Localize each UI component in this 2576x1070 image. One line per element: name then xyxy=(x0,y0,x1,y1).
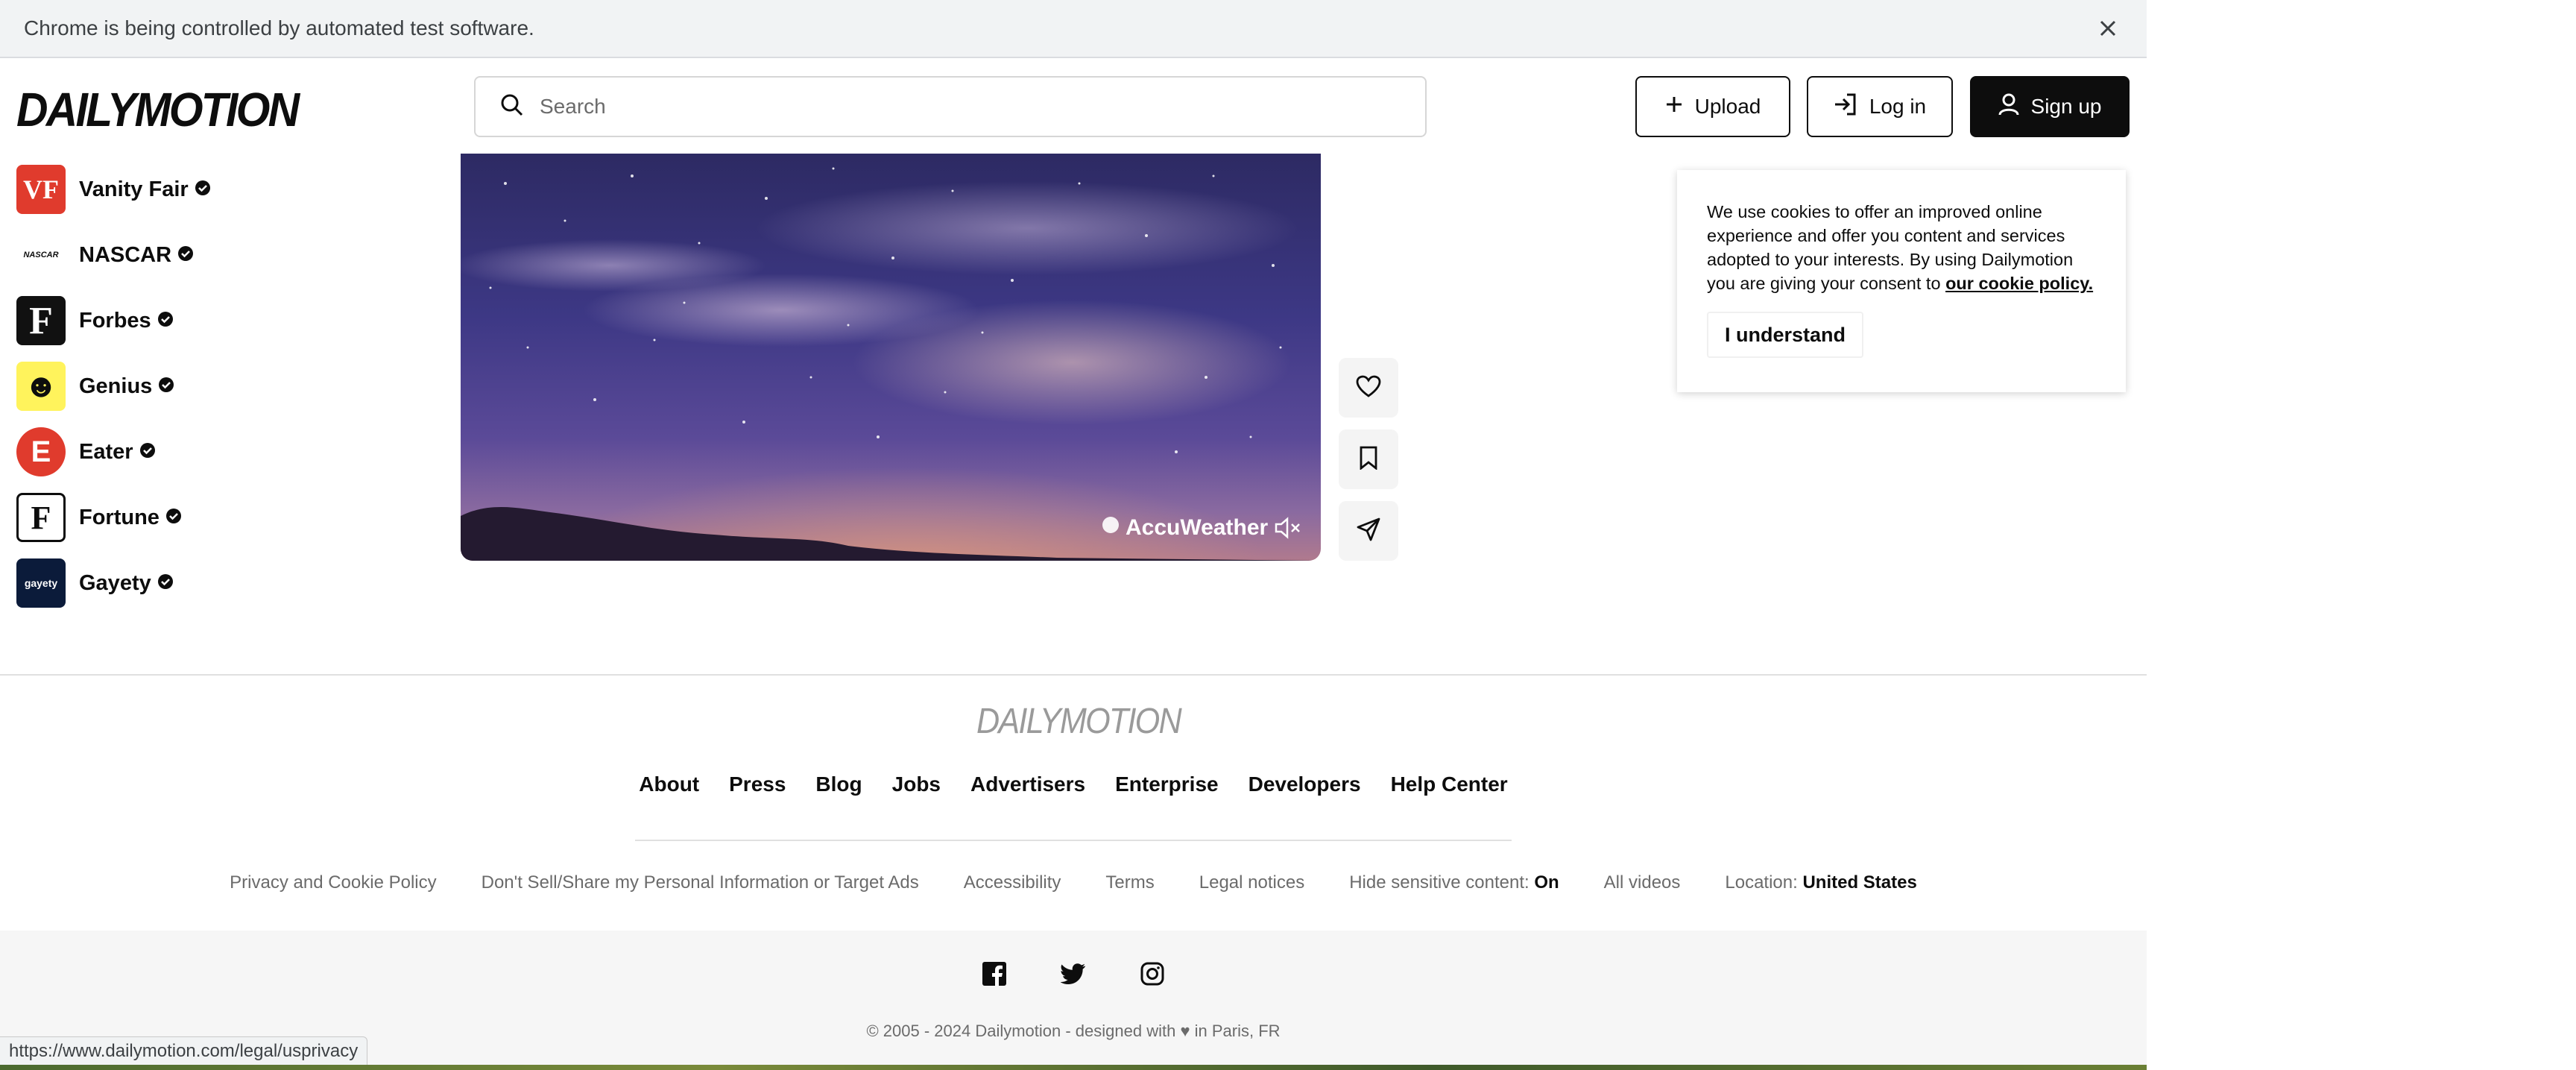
verified-icon xyxy=(158,377,174,397)
share-button[interactable] xyxy=(1339,501,1398,561)
search-bar[interactable] xyxy=(474,76,1427,137)
verified-icon xyxy=(177,245,194,265)
channel-name: Genius xyxy=(79,374,153,398)
location-value: United States xyxy=(1802,872,1917,893)
footer-divider-top xyxy=(0,674,2147,676)
footer-link-help-center[interactable]: Help Center xyxy=(1391,772,1508,796)
terms-link[interactable]: Terms xyxy=(1105,872,1154,893)
footer-link-developers[interactable]: Developers xyxy=(1248,772,1361,796)
channel-item[interactable]: F Forbes xyxy=(16,288,434,353)
sun-icon xyxy=(1100,514,1121,541)
channel-item[interactable]: VF Vanity Fair xyxy=(16,157,434,222)
verified-icon xyxy=(165,508,182,528)
user-icon xyxy=(1998,93,2019,121)
channel-item[interactable]: E Eater xyxy=(16,419,434,485)
avatar: E xyxy=(16,427,66,476)
channel-item[interactable]: NASCAR NASCAR xyxy=(16,222,434,288)
avatar: gayety xyxy=(16,558,66,608)
footer-logo[interactable]: DAILYMOTION xyxy=(976,701,1182,742)
verified-icon xyxy=(195,180,211,200)
location-label: Location: xyxy=(1725,872,1798,893)
channel-list: VF Vanity Fair NASCAR NASCAR F Forbes ☻ … xyxy=(16,157,434,616)
infobar-message: Chrome is being controlled by automated … xyxy=(24,16,534,40)
location-selector[interactable]: Location: United States xyxy=(1725,872,1916,893)
mute-icon[interactable] xyxy=(1270,510,1306,546)
bottom-edge-image xyxy=(0,1065,2147,1070)
upload-label: Upload xyxy=(1694,95,1761,118)
cookie-accept-button[interactable]: I understand xyxy=(1707,312,1864,358)
plus-icon xyxy=(1665,95,1683,119)
footer-divider xyxy=(635,840,1512,841)
login-label: Log in xyxy=(1869,95,1927,118)
cookie-policy-link[interactable]: our cookie policy. xyxy=(1945,274,2093,293)
footer-link-about[interactable]: About xyxy=(639,772,699,796)
login-button[interactable]: Log in xyxy=(1807,76,1953,137)
accuweather-brand: AccuWeather xyxy=(1100,514,1268,541)
sensitive-content-value: On xyxy=(1534,872,1559,893)
channel-name: NASCAR xyxy=(79,242,172,267)
automation-infobar: Chrome is being controlled by automated … xyxy=(0,0,2147,58)
empty-window-area xyxy=(2147,0,2576,1070)
channel-name: Gayety xyxy=(79,570,151,595)
all-videos-link[interactable]: All videos xyxy=(1604,872,1681,893)
instagram-icon[interactable] xyxy=(1139,960,1166,987)
cookie-text: We use cookies to offer an improved onli… xyxy=(1707,200,2096,295)
channel-name: Eater xyxy=(79,439,133,464)
avatar: F xyxy=(16,296,66,345)
link-preview-statusbar: https://www.dailymotion.com/legal/uspriv… xyxy=(0,1036,368,1066)
avatar: F xyxy=(16,493,66,542)
channel-item[interactable]: ☻ Genius xyxy=(16,353,434,419)
site-header: DAILYMOTION Upload Log in Sign up xyxy=(0,60,2147,154)
bookmark-button[interactable] xyxy=(1339,429,1398,489)
channel-name: Fortune xyxy=(79,505,160,529)
verified-icon xyxy=(139,442,156,462)
share-icon xyxy=(1357,517,1380,545)
page: Chrome is being controlled by automated … xyxy=(0,0,2147,1070)
sensitive-content-label: Hide sensitive content: xyxy=(1349,872,1530,893)
channel-name: Forbes xyxy=(79,308,151,333)
bookmark-icon xyxy=(1360,446,1377,473)
brand-label: AccuWeather xyxy=(1126,515,1269,540)
channel-item[interactable]: gayety Gayety xyxy=(16,550,434,616)
facebook-icon[interactable] xyxy=(981,960,1008,987)
heart-icon xyxy=(1356,375,1381,401)
login-icon xyxy=(1834,93,1857,121)
upload-button[interactable]: Upload xyxy=(1635,76,1790,137)
footer-link-enterprise[interactable]: Enterprise xyxy=(1115,772,1219,796)
social-links xyxy=(0,960,2147,987)
verified-icon xyxy=(157,311,174,331)
channel-item[interactable]: F Fortune xyxy=(16,485,434,550)
like-button[interactable] xyxy=(1339,358,1398,418)
video-player[interactable]: AccuWeather xyxy=(461,154,1321,561)
verified-icon xyxy=(157,573,174,594)
footer-legal-links: Privacy and Cookie Policy Don't Sell/Sha… xyxy=(0,872,2147,893)
footer-link-advertisers[interactable]: Advertisers xyxy=(970,772,1085,796)
twitter-icon[interactable] xyxy=(1060,960,1087,987)
signup-label: Sign up xyxy=(2030,95,2102,118)
dont-sell-link[interactable]: Don't Sell/Share my Personal Information… xyxy=(482,872,919,893)
search-input[interactable] xyxy=(540,95,1360,119)
accessibility-link[interactable]: Accessibility xyxy=(964,872,1061,893)
avatar: ☻ xyxy=(16,362,66,411)
dailymotion-logo[interactable]: DAILYMOTION xyxy=(16,82,300,137)
footer-link-blog[interactable]: Blog xyxy=(815,772,862,796)
avatar: NASCAR xyxy=(16,230,66,280)
cookie-dialog: We use cookies to offer an improved onli… xyxy=(1677,170,2126,392)
avatar: VF xyxy=(16,165,66,214)
signup-button[interactable]: Sign up xyxy=(1970,76,2130,137)
channel-name: Vanity Fair xyxy=(79,177,189,201)
sensitive-content-toggle[interactable]: Hide sensitive content: On xyxy=(1349,872,1559,893)
footer-links: About Press Blog Jobs Advertisers Enterp… xyxy=(0,772,2147,796)
search-icon xyxy=(501,94,523,120)
footer-link-press[interactable]: Press xyxy=(729,772,786,796)
legal-notices-link[interactable]: Legal notices xyxy=(1199,872,1304,893)
privacy-link[interactable]: Privacy and Cookie Policy xyxy=(230,872,436,893)
footer-link-jobs[interactable]: Jobs xyxy=(892,772,941,796)
close-icon[interactable] xyxy=(2093,13,2123,43)
